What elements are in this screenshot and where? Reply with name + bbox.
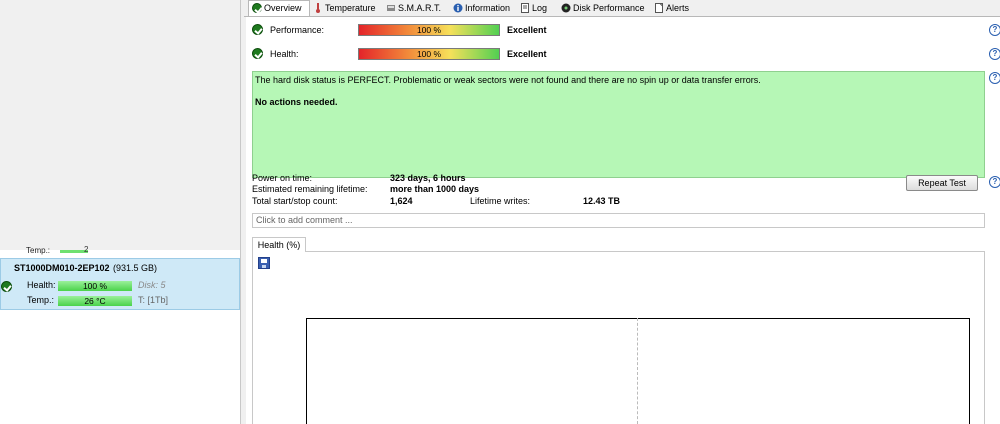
drive-capacity-tag: T: [1Tb] xyxy=(138,295,169,305)
tab-information[interactable]: Information xyxy=(450,1,516,15)
drive-size: (931.5 GB) xyxy=(113,263,158,273)
save-icon[interactable] xyxy=(258,257,270,269)
info-icon xyxy=(453,3,463,13)
drive-list-empty-area xyxy=(0,0,240,250)
tab-health-chart[interactable]: Health (%) xyxy=(252,237,306,252)
start-stop-label: Total start/stop count: xyxy=(252,196,338,206)
lifetime-writes-label: Lifetime writes: xyxy=(470,196,531,206)
tab-temperature[interactable]: Temperature xyxy=(310,1,382,15)
tab-alerts-label: Alerts xyxy=(666,3,690,13)
tab-alerts[interactable]: Alerts xyxy=(651,1,697,15)
health-label: Health: xyxy=(270,49,299,59)
check-circle-icon xyxy=(252,3,262,13)
drive-disk-number: Disk: 5 xyxy=(138,280,166,290)
drive-list-item[interactable]: ST1000DM010-2EP102 (931.5 GB) Health: 10… xyxy=(0,258,240,310)
drive-health-label: Health: xyxy=(27,280,56,290)
drive-list-panel: Temp.: 2 ST1000DM010-2EP102 (931.5 GB) H… xyxy=(0,0,241,424)
performance-ok-icon xyxy=(252,24,263,35)
repeat-test-help-icon[interactable]: ? xyxy=(989,176,1000,188)
previous-drive-temp-value: 2 xyxy=(84,245,89,254)
smart-icon xyxy=(387,5,395,11)
drive-temp-label: Temp.: xyxy=(27,295,55,305)
tab-smart-label: S.M.A.R.T. xyxy=(398,3,442,13)
overview-panel: Performance: 100 % Excellent ? Health: 1… xyxy=(246,17,1000,424)
previous-drive-temp-label: Temp.: xyxy=(26,246,51,255)
performance-bar: 100 % xyxy=(358,24,500,36)
performance-rating: Excellent xyxy=(507,25,547,35)
tab-disk-performance-label: Disk Performance xyxy=(573,3,645,13)
tab-log[interactable]: Log xyxy=(517,1,557,15)
start-stop-value: 1,624 xyxy=(390,196,413,206)
alerts-icon xyxy=(655,3,663,13)
chart-plot-area xyxy=(306,318,970,424)
tab-overview[interactable]: Overview xyxy=(248,0,310,16)
health-help-icon[interactable]: ? xyxy=(989,48,1000,60)
health-rating: Excellent xyxy=(507,49,547,59)
health-bar: 100 % xyxy=(358,48,500,60)
drive-name: ST1000DM010-2EP102 xyxy=(14,263,110,273)
tab-smart[interactable]: S.M.A.R.T. xyxy=(383,1,449,15)
status-help-icon[interactable]: ? xyxy=(989,72,1000,84)
remaining-lifetime-value: more than 1000 days xyxy=(390,184,480,194)
tab-disk-performance[interactable]: Disk Performance xyxy=(558,1,650,15)
power-on-value: 323 days, 6 hours xyxy=(390,173,466,183)
log-icon xyxy=(521,3,529,13)
drive-health-bar: 100 % xyxy=(58,281,132,291)
chart-gridline xyxy=(637,318,638,424)
lifetime-writes-value: 12.43 TB xyxy=(583,196,621,206)
tab-log-label: Log xyxy=(532,3,548,13)
power-on-label: Power on time: xyxy=(252,173,313,183)
repeat-test-button[interactable]: Repeat Test xyxy=(906,175,978,191)
disk-icon xyxy=(561,3,571,13)
remaining-lifetime-label: Estimated remaining lifetime: xyxy=(252,184,368,194)
actions-text: No actions needed. xyxy=(255,97,338,107)
drive-ok-icon xyxy=(1,281,12,292)
tab-temperature-label: Temperature xyxy=(325,3,376,13)
status-message-box: The hard disk status is PERFECT. Problem… xyxy=(252,71,985,178)
tab-strip: Overview Temperature S.M.A.R.T. Informat… xyxy=(244,0,1000,17)
tab-overview-label: Overview xyxy=(264,3,302,13)
drive-temp-bar: 26 °C xyxy=(58,296,132,306)
performance-label: Performance: xyxy=(270,25,325,35)
performance-help-icon[interactable]: ? xyxy=(989,24,1000,36)
thermometer-icon xyxy=(316,3,320,13)
status-text: The hard disk status is PERFECT. Problem… xyxy=(255,75,761,85)
health-ok-icon xyxy=(252,48,263,59)
tab-information-label: Information xyxy=(465,3,511,13)
comment-input[interactable]: Click to add comment ... xyxy=(252,213,985,228)
